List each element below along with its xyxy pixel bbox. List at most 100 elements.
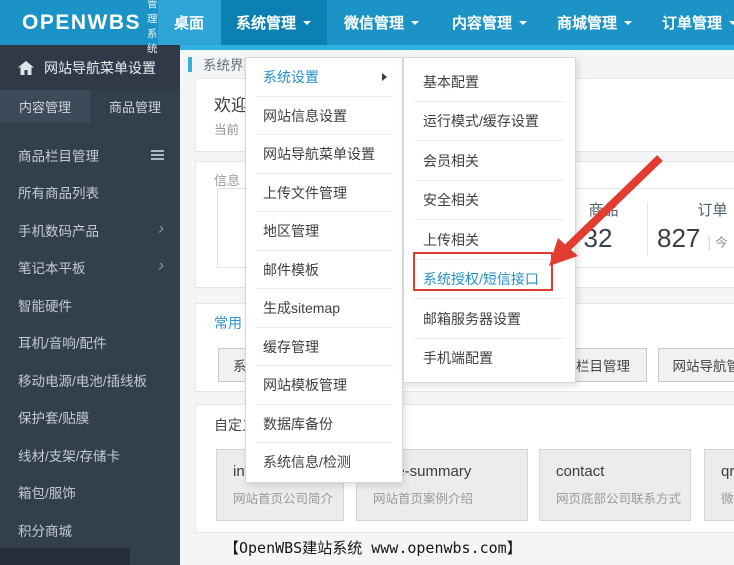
dropdown-menu-item[interactable]: 生成sitemap — [246, 289, 402, 328]
caret-down-icon — [729, 20, 734, 29]
sidebar-item[interactable]: 耳机/音响/配件 › — [0, 324, 180, 362]
dropdown-menu-item[interactable]: 数据库备份 — [246, 405, 402, 444]
custom-card-desc: 微信 — [721, 492, 734, 506]
sidebar-tabs: 内容管理 商品管理 — [0, 90, 180, 123]
custom-card-name: contact — [556, 463, 605, 480]
top-nav: 桌面 系统管理 微信管理 内容管理 商城管理 订单管理 — [157, 0, 734, 45]
submenu-item[interactable]: 安全相关 — [404, 181, 575, 221]
stat-column: 订单 827 | 今 — [647, 202, 734, 256]
submenu-item-label: 安全相关 — [423, 192, 479, 209]
sidebar-item-label: 笔记本平板 — [18, 261, 86, 277]
dropdown-menu-item-label: 地区管理 — [263, 223, 319, 240]
submenu-item[interactable]: 运行模式/缓存设置 — [404, 102, 575, 142]
top-nav-tab[interactable]: 系统管理 — [220, 0, 327, 45]
dropdown-menu-item[interactable]: 缓存管理 — [246, 328, 402, 367]
dropdown-menu-item-label: 缓存管理 — [263, 338, 319, 355]
top-nav-tab[interactable]: 商城管理 — [543, 0, 647, 45]
logo-text: OPENWBS — [22, 10, 142, 34]
sidebar-item[interactable]: 线材/支架/存储卡 › — [0, 436, 180, 474]
sidebar-title-label: 网站导航菜单设置 — [44, 59, 156, 76]
dropdown-menu-item[interactable]: 系统设置 — [246, 58, 402, 97]
dropdown-menu-item[interactable]: 网站模板管理 — [246, 366, 402, 405]
sidebar-item-label: 线材/支架/存储卡 — [18, 448, 121, 464]
info-panel-title: 信息 — [214, 173, 241, 188]
dropdown-menu-item[interactable]: 系统信息/检测 — [246, 443, 402, 482]
stat-value: 32 — [583, 223, 613, 253]
sidebar-item-label: 商品栏目管理 — [18, 148, 99, 164]
submenu-item-label: 基本配置 — [423, 73, 479, 90]
openwbs-admin-window: { "topbar": { "logo": "OPENWBS", "logo_s… — [0, 0, 734, 565]
sidebar-tab[interactable]: 商品管理 — [90, 90, 180, 123]
dropdown-menu-item-label: 数据库备份 — [263, 415, 333, 432]
sidebar-item[interactable]: 移动电源/电池/插线板 › — [0, 361, 180, 399]
dropdown-menu-item-label: 邮件模板 — [263, 261, 319, 278]
submenu-item[interactable]: 基本配置 — [404, 62, 575, 102]
caret-down-icon — [303, 20, 312, 29]
sidebar-tab-label: 商品管理 — [108, 100, 161, 115]
annotation-highlight-box — [413, 252, 553, 291]
top-nav-tab-label: 商城管理 — [557, 15, 618, 32]
custom-card-desc: 网页底部公司联系方式 — [556, 492, 682, 506]
custom-card[interactable]: qrcode 微信 — [704, 449, 734, 521]
dropdown-menu-item-label: 生成sitemap — [263, 300, 341, 317]
submenu-item[interactable]: 手机端配置 — [404, 339, 575, 379]
submenu-item-label: 邮箱服务器设置 — [423, 310, 521, 327]
sidebar-item[interactable]: 积分商城 › — [0, 511, 180, 549]
sidebar-partial-item — [0, 548, 130, 565]
logo-suffix: 管理系统 — [147, 0, 158, 55]
system-settings-submenu: 基本配置 运行模式/缓存设置 会员相关 安全相关 上传相关 系统授权/短信接口 — [403, 57, 576, 383]
top-nav-tab-label: 桌面 — [174, 15, 205, 32]
watermark-text: 【OpenWBS建站系统 www.openwbs.com】 — [224, 539, 522, 557]
top-nav-tab[interactable]: 内容管理 — [437, 0, 543, 45]
stats-columns: 商品 32 订单 827 | 今 — [560, 202, 734, 256]
sidebar-item-label: 保护套/贴膜 — [18, 411, 90, 427]
custom-card-desc: 网站首页公司简介 — [233, 492, 334, 506]
chevron-right-icon: › — [158, 255, 164, 275]
sidebar-item-label: 手机数码产品 — [18, 223, 99, 239]
quick-action-button[interactable]: 网站导航管理 — [658, 348, 734, 382]
top-nav-tab[interactable]: 微信管理 — [327, 0, 437, 45]
stat-separator: | — [707, 234, 712, 251]
custom-card-desc: 网站首页案例介绍 — [373, 492, 474, 506]
quick-actions-title: 常用 — [214, 315, 242, 331]
submenu-item-label: 会员相关 — [423, 152, 479, 169]
sidebar-item[interactable]: 笔记本平板 › — [0, 249, 180, 287]
top-nav-tab[interactable]: 订单管理 — [647, 0, 734, 45]
dropdown-menu-item[interactable]: 地区管理 — [246, 212, 402, 251]
top-nav-tab-label: 内容管理 — [452, 15, 513, 32]
breadcrumb-accent-bar — [188, 56, 192, 72]
system-management-dropdown: 系统设置 网站信息设置 网站导航菜单设置 上传文件管理 地区管理 邮件模板 生成… — [245, 57, 403, 483]
logo: OPENWBS 管理系统 — [0, 0, 158, 55]
dropdown-menu-item-label: 网站模板管理 — [263, 377, 347, 394]
top-nav-tab-label: 系统管理 — [236, 15, 297, 32]
sidebar-tab-label: 内容管理 — [18, 100, 71, 115]
submenu-item-label: 上传相关 — [423, 231, 479, 248]
top-nav-tab-label: 订单管理 — [662, 15, 723, 32]
submenu-arrow-icon — [382, 73, 391, 82]
dropdown-menu-item[interactable]: 网站信息设置 — [246, 97, 402, 136]
content-top-strip — [180, 45, 734, 50]
sidebar-item-label: 智能硬件 — [18, 298, 72, 314]
sidebar-menu: 商品栏目管理 › 所有商品列表 › 手机数码产品 › 笔记本平板 — [0, 123, 180, 549]
chevron-right-icon: › — [158, 218, 164, 238]
dropdown-menu-item-label: 网站导航菜单设置 — [263, 146, 375, 163]
sidebar-item[interactable]: 箱包/服饰 › — [0, 474, 180, 512]
sidebar-item[interactable]: 商品栏目管理 › — [0, 136, 180, 174]
sidebar-tab[interactable]: 内容管理 — [0, 90, 90, 123]
submenu-item[interactable]: 会员相关 — [404, 141, 575, 181]
dropdown-menu-item[interactable]: 邮件模板 — [246, 251, 402, 290]
dropdown-menu-item[interactable]: 网站导航菜单设置 — [246, 135, 402, 174]
submenu-item[interactable]: 邮箱服务器设置 — [404, 299, 575, 339]
sidebar-item[interactable]: 保护套/贴膜 › — [0, 399, 180, 437]
caret-down-icon — [411, 20, 420, 29]
stat-label: 订单 — [697, 202, 728, 219]
top-nav-tab[interactable]: 桌面 — [157, 0, 221, 45]
sidebar-item[interactable]: 所有商品列表 › — [0, 174, 180, 212]
home-icon — [18, 60, 34, 75]
dropdown-menu-item[interactable]: 上传文件管理 — [246, 174, 402, 213]
sidebar-item[interactable]: 手机数码产品 › — [0, 211, 180, 249]
sidebar-item[interactable]: 智能硬件 › — [0, 286, 180, 324]
custom-card[interactable]: contact 网页底部公司联系方式 — [539, 449, 691, 521]
welcome-subtitle: 当前 — [214, 123, 240, 137]
welcome-title: 欢迎 — [214, 96, 248, 115]
